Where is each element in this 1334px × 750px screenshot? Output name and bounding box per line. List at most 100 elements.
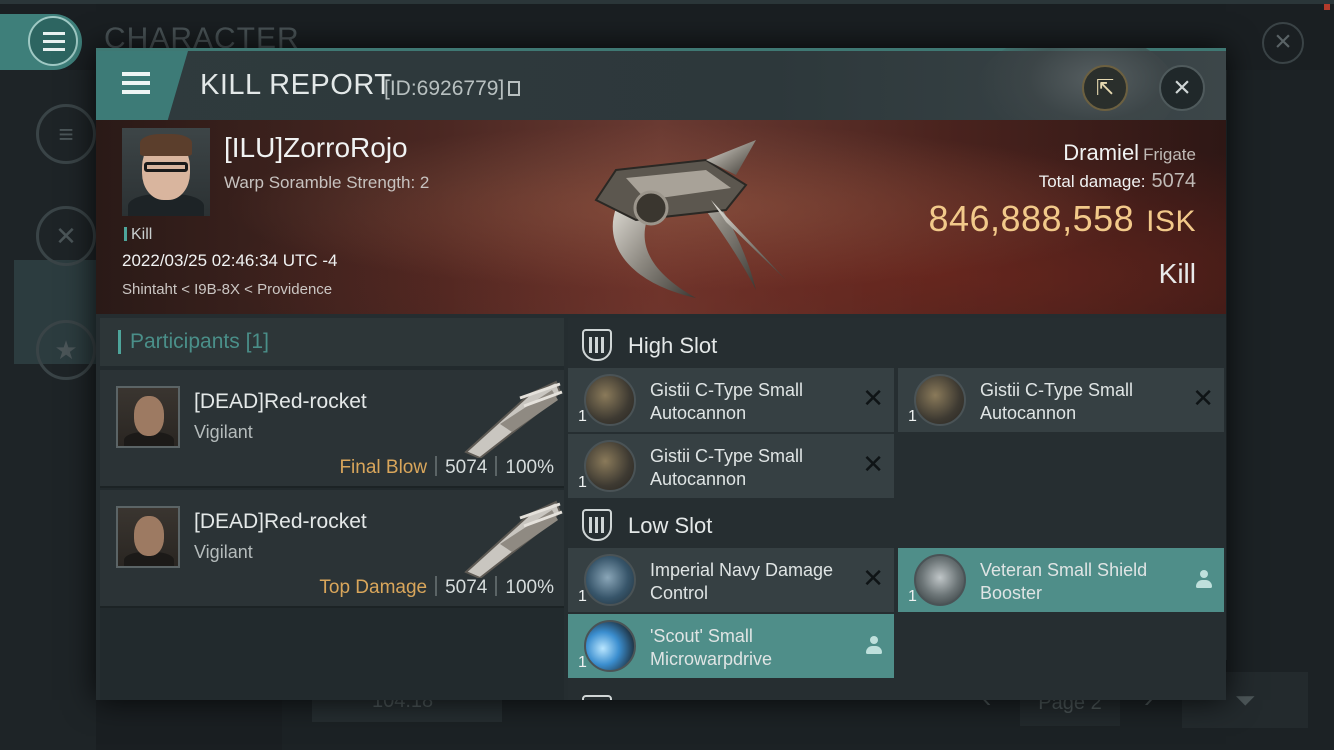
- total-damage: Total damage: 5074: [1039, 170, 1196, 193]
- isk-value: 846,888,558 ISK: [928, 198, 1196, 240]
- participants-panel: Participants [1] [DEAD]Red-rocket Vigila…: [100, 318, 564, 700]
- modal-title: KILL REPORT: [200, 69, 393, 101]
- background-close-icon[interactable]: ×: [1262, 22, 1304, 64]
- damage-control-icon: [584, 554, 636, 606]
- close-button[interactable]: ×: [1159, 65, 1205, 111]
- total-damage-value: 5074: [1151, 170, 1197, 192]
- kill-tag: Kill: [124, 226, 152, 244]
- kill-location[interactable]: Shintaht < I9B-8X < Providence: [122, 281, 332, 298]
- autocannon-icon: [584, 374, 636, 426]
- kill-datetime: 2022/03/25 02:46:34 UTC -4: [122, 251, 338, 270]
- victim-portrait[interactable]: [122, 128, 210, 216]
- result-label: Kill: [1158, 258, 1196, 289]
- module-quantity: 1: [578, 474, 587, 491]
- destroyed-icon: ✕: [862, 449, 884, 479]
- participant-name: [DEAD]Red-rocket: [194, 390, 367, 413]
- participant-ship: Vigilant: [194, 422, 253, 442]
- victim-banner: [ILU]ZorroRojo Warp Soramble Strength: 2…: [96, 120, 1226, 314]
- module-item[interactable]: 1 Gistii C-Type Small Autocannon ✕: [568, 368, 894, 432]
- module-name: Imperial Navy Damage Control: [650, 560, 834, 603]
- participant-portrait[interactable]: [116, 506, 180, 568]
- victim-ship-image[interactable]: [556, 130, 806, 306]
- background-sidebar: ≡ ✕ ★: [0, 70, 96, 750]
- participant-ship: Vigilant: [194, 542, 253, 562]
- participant-ship-image[interactable]: [460, 498, 564, 578]
- participant-name: [DEAD]Red-rocket: [194, 510, 367, 533]
- dropped-icon: [866, 636, 882, 656]
- participant-row[interactable]: [DEAD]Red-rocket Vigilant Top Damage 5074…: [100, 490, 564, 608]
- kill-tag-text: Kill: [131, 226, 153, 243]
- menu-icon: [28, 16, 78, 66]
- list-icon[interactable]: ≡: [36, 104, 96, 164]
- crossed-swords-icon[interactable]: ✕: [36, 206, 96, 266]
- ship-class: Frigate: [1143, 145, 1196, 164]
- module-item[interactable]: 1 Veteran Small Shield Booster: [898, 548, 1224, 612]
- notification-marker: [1324, 4, 1330, 10]
- participant-damage: 5074: [445, 457, 488, 478]
- mid-slot-icon: [582, 695, 612, 700]
- victim-name[interactable]: [ILU]ZorroRojo: [224, 132, 408, 164]
- low-slot-icon: [582, 509, 612, 541]
- ship-name-text: Dramiel: [1063, 140, 1140, 165]
- participants-count: [1]: [245, 330, 269, 353]
- background-top-line: [0, 0, 1334, 4]
- participant-portrait[interactable]: [116, 386, 180, 448]
- copy-icon[interactable]: [508, 81, 521, 96]
- module-name: Gistii C-Type Small Autocannon: [980, 380, 1134, 423]
- participant-percent: 100%: [505, 457, 554, 478]
- kill-report-modal: KILL REPORT [ID:6926779] ⇱ × [ILU]ZorroR…: [96, 48, 1226, 700]
- background-right-panel: [1226, 70, 1334, 660]
- destroyed-icon: ✕: [862, 563, 884, 593]
- module-name: Veteran Small Shield Booster: [980, 560, 1148, 603]
- participants-header: Participants [1]: [100, 318, 564, 366]
- autocannon-icon: [584, 440, 636, 492]
- isk-unit: ISK: [1146, 205, 1196, 238]
- victim-ship-name[interactable]: Dramiel Frigate: [1063, 140, 1196, 166]
- modal-header: KILL REPORT [ID:6926779] ⇱ ×: [96, 48, 1226, 151]
- module-quantity: 1: [578, 654, 587, 671]
- low-slot-label: Low Slot: [628, 513, 713, 538]
- share-icon: ⇱: [1095, 75, 1115, 100]
- star-icon[interactable]: ★: [36, 320, 96, 380]
- report-id-text: [ID:6926779]: [384, 77, 505, 100]
- modal-menu-button[interactable]: [96, 51, 188, 120]
- module-quantity: 1: [578, 588, 587, 605]
- destroyed-icon: ✕: [862, 383, 884, 413]
- high-slot-label: High Slot: [628, 333, 718, 358]
- module-name: Gistii C-Type Small Autocannon: [650, 446, 804, 489]
- participant-stats: Top Damage 5074 100%: [319, 576, 554, 599]
- main-menu-button[interactable]: [0, 14, 82, 70]
- fitting-panel: High Slot 1 Gistii C-Type Small Autocann…: [568, 318, 1226, 700]
- module-item[interactable]: 1 'Scout' Small Microwarpdrive: [568, 614, 894, 678]
- dropped-icon: [1196, 570, 1212, 590]
- total-damage-label: Total damage:: [1038, 172, 1146, 191]
- module-item[interactable]: 1 Gistii C-Type Small Autocannon ✕: [898, 368, 1224, 432]
- isk-amount: 846,888,558: [928, 198, 1135, 239]
- mid-slot-header: [568, 684, 1226, 700]
- module-item[interactable]: 1 Gistii C-Type Small Autocannon ✕: [568, 434, 894, 498]
- participant-damage: 5074: [445, 577, 488, 598]
- module-quantity: 1: [908, 588, 917, 605]
- module-quantity: 1: [908, 408, 917, 425]
- participant-ship-image[interactable]: [460, 378, 564, 458]
- module-name: 'Scout' Small Microwarpdrive: [650, 626, 773, 669]
- participant-stats: Final Blow 5074 100%: [339, 456, 554, 479]
- participant-role: Final Blow: [339, 457, 428, 478]
- report-id[interactable]: [ID:6926779]: [384, 77, 521, 101]
- module-name: Gistii C-Type Small Autocannon: [650, 380, 804, 423]
- participants-title: Participants: [130, 330, 240, 353]
- module-item[interactable]: 1 Imperial Navy Damage Control ✕: [568, 548, 894, 612]
- share-button[interactable]: ⇱: [1082, 65, 1128, 111]
- participant-role: Top Damage: [319, 577, 428, 598]
- participant-row[interactable]: [DEAD]Red-rocket Vigilant Final Blow 5074…: [100, 370, 564, 488]
- microwarpdrive-icon: [584, 620, 636, 672]
- close-icon: ×: [1173, 71, 1191, 104]
- module-quantity: 1: [578, 408, 587, 425]
- high-slot-header: High Slot: [568, 318, 1226, 372]
- low-slot-header: Low Slot: [568, 498, 1226, 552]
- high-slot-icon: [582, 329, 612, 361]
- victim-subtitle: Warp Soramble Strength: 2: [224, 173, 430, 192]
- participant-percent: 100%: [505, 577, 554, 598]
- destroyed-icon: ✕: [1192, 383, 1214, 413]
- shield-booster-icon: [914, 554, 966, 606]
